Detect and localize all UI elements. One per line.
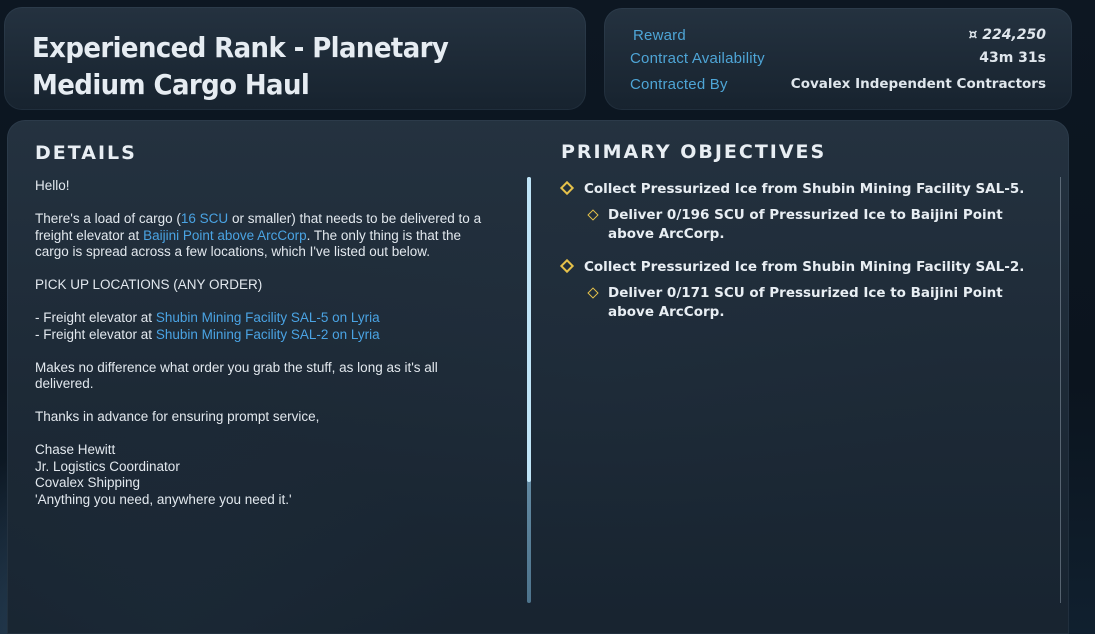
- details-greeting: Hello!: [35, 178, 70, 193]
- details-text: There's a load of cargo (: [35, 211, 181, 226]
- destination-link[interactable]: Baijini Point above ArcCorp: [143, 228, 307, 243]
- objective-sub: Deliver 0/171 SCU of Pressurized Ice to …: [608, 285, 1003, 320]
- pickup-location-link[interactable]: Shubin Mining Facility SAL-5 on Lyria: [156, 310, 380, 325]
- pickup-list: - Freight elevator at Shubin Mining Faci…: [35, 310, 485, 343]
- objective-main: Collect Pressurized Ice from Shubin Mini…: [584, 259, 1025, 275]
- pickup-item: - Freight elevator at Shubin Mining Faci…: [35, 327, 380, 342]
- diamond-icon: [587, 209, 599, 221]
- signature-title: Jr. Logistics Coordinator: [35, 458, 180, 474]
- diamond-icon: [559, 258, 575, 274]
- availability-value: 43m 31s: [979, 50, 1046, 66]
- availability-label: Contract Availability: [630, 50, 765, 67]
- details-scroll-thumb[interactable]: [527, 177, 531, 482]
- details-paragraph-1: There's a load of cargo (16 SCU or small…: [35, 211, 485, 261]
- contracted-by-label: Contracted By: [630, 76, 728, 93]
- diamond-icon: [587, 287, 599, 299]
- pickup-location-link[interactable]: Shubin Mining Facility SAL-2 on Lyria: [156, 327, 380, 342]
- cargo-size-link[interactable]: 16 SCU: [181, 211, 228, 226]
- diamond-icon: [559, 180, 575, 196]
- details-body: Hello! There's a load of cargo (16 SCU o…: [35, 178, 485, 508]
- pickup-prefix: - Freight elevator at: [35, 326, 156, 342]
- reward-row: Reward ¤ 224,250: [630, 27, 1046, 49]
- signature-motto: 'Anything you need, anywhere you need it…: [35, 491, 292, 507]
- reward-value: ¤ 224,250: [968, 27, 1046, 43]
- contract-title-panel: Experienced Rank - Planetary Medium Carg…: [4, 7, 586, 110]
- details-heading: DETAILS: [35, 142, 137, 164]
- signature-name: Chase Hewitt: [35, 442, 116, 457]
- reward-label: Reward: [633, 27, 686, 44]
- pickup-heading: PICK UP LOCATIONS (ANY ORDER): [35, 277, 263, 292]
- contract-main-panel: DETAILS Hello! There's a load of cargo (…: [7, 120, 1069, 634]
- objective-main: Collect Pressurized Ice from Shubin Mini…: [584, 181, 1025, 197]
- availability-row: Contract Availability 43m 31s: [630, 50, 1046, 72]
- objectives-heading: PRIMARY OBJECTIVES: [561, 141, 827, 163]
- details-paragraph-3: Thanks in advance for ensuring prompt se…: [35, 409, 320, 424]
- objectives-scrollbar[interactable]: [1060, 177, 1061, 603]
- contracted-by-row: Contracted By Covalex Independent Contra…: [630, 76, 1046, 98]
- signature-company: Covalex Shipping: [35, 475, 141, 490]
- pickup-item: - Freight elevator at Shubin Mining Faci…: [35, 310, 380, 325]
- contract-screen: Experienced Rank - Planetary Medium Carg…: [0, 0, 1095, 634]
- details-paragraph-2: Makes no difference what order you grab …: [35, 359, 438, 392]
- contracted-by-value: Covalex Independent Contractors: [790, 76, 1046, 92]
- contract-title: Experienced Rank - Planetary Medium Carg…: [32, 33, 449, 102]
- contract-info-panel: Reward ¤ 224,250 Contract Availability 4…: [604, 8, 1072, 110]
- objective-sub: Deliver 0/196 SCU of Pressurized Ice to …: [608, 207, 1003, 242]
- pickup-prefix: - Freight elevator at: [35, 310, 156, 325]
